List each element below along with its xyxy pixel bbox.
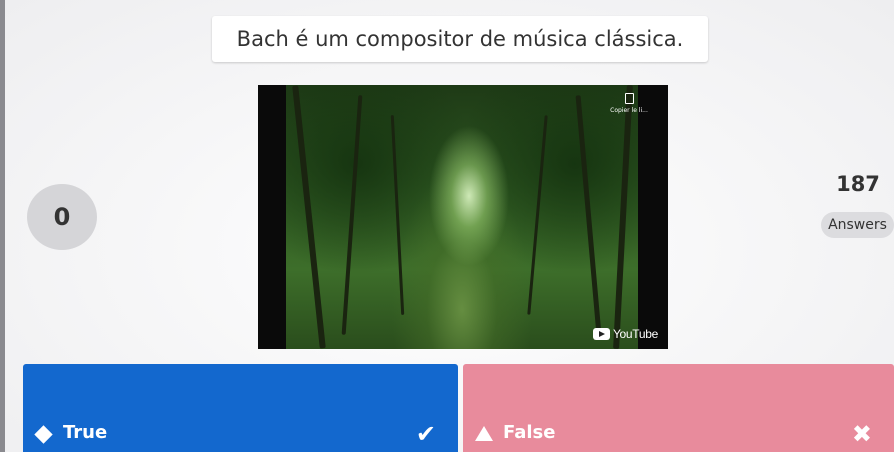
answers-count: 187 xyxy=(836,172,880,196)
timer-badge: 0 xyxy=(27,184,97,250)
copy-icon xyxy=(624,93,634,104)
copy-link-button[interactable]: Copier le li... xyxy=(604,93,654,114)
copy-link-label: Copier le li... xyxy=(610,107,648,114)
triangle-icon xyxy=(475,426,493,441)
cross-icon: ✖ xyxy=(851,420,872,448)
answer-true-label: True xyxy=(63,422,108,443)
youtube-label: YouTube xyxy=(612,327,658,341)
answer-false-label: False xyxy=(503,422,556,443)
answer-false-button[interactable]: False ✖ xyxy=(463,364,894,452)
answers-label: Answers xyxy=(821,212,894,238)
diamond-icon xyxy=(34,425,53,444)
youtube-logo[interactable]: YouTube xyxy=(592,327,658,341)
checkmark-icon: ✔ xyxy=(415,420,436,448)
youtube-play-icon xyxy=(592,328,610,340)
question-title: Bach é um compositor de música clássica. xyxy=(212,16,708,62)
youtube-video-embed[interactable]: Copier le li... YouTube xyxy=(258,85,668,349)
left-edge-bar xyxy=(0,0,5,452)
forest-path-thumbnail xyxy=(286,85,638,349)
answer-true-button[interactable]: True ✔ xyxy=(23,364,458,452)
